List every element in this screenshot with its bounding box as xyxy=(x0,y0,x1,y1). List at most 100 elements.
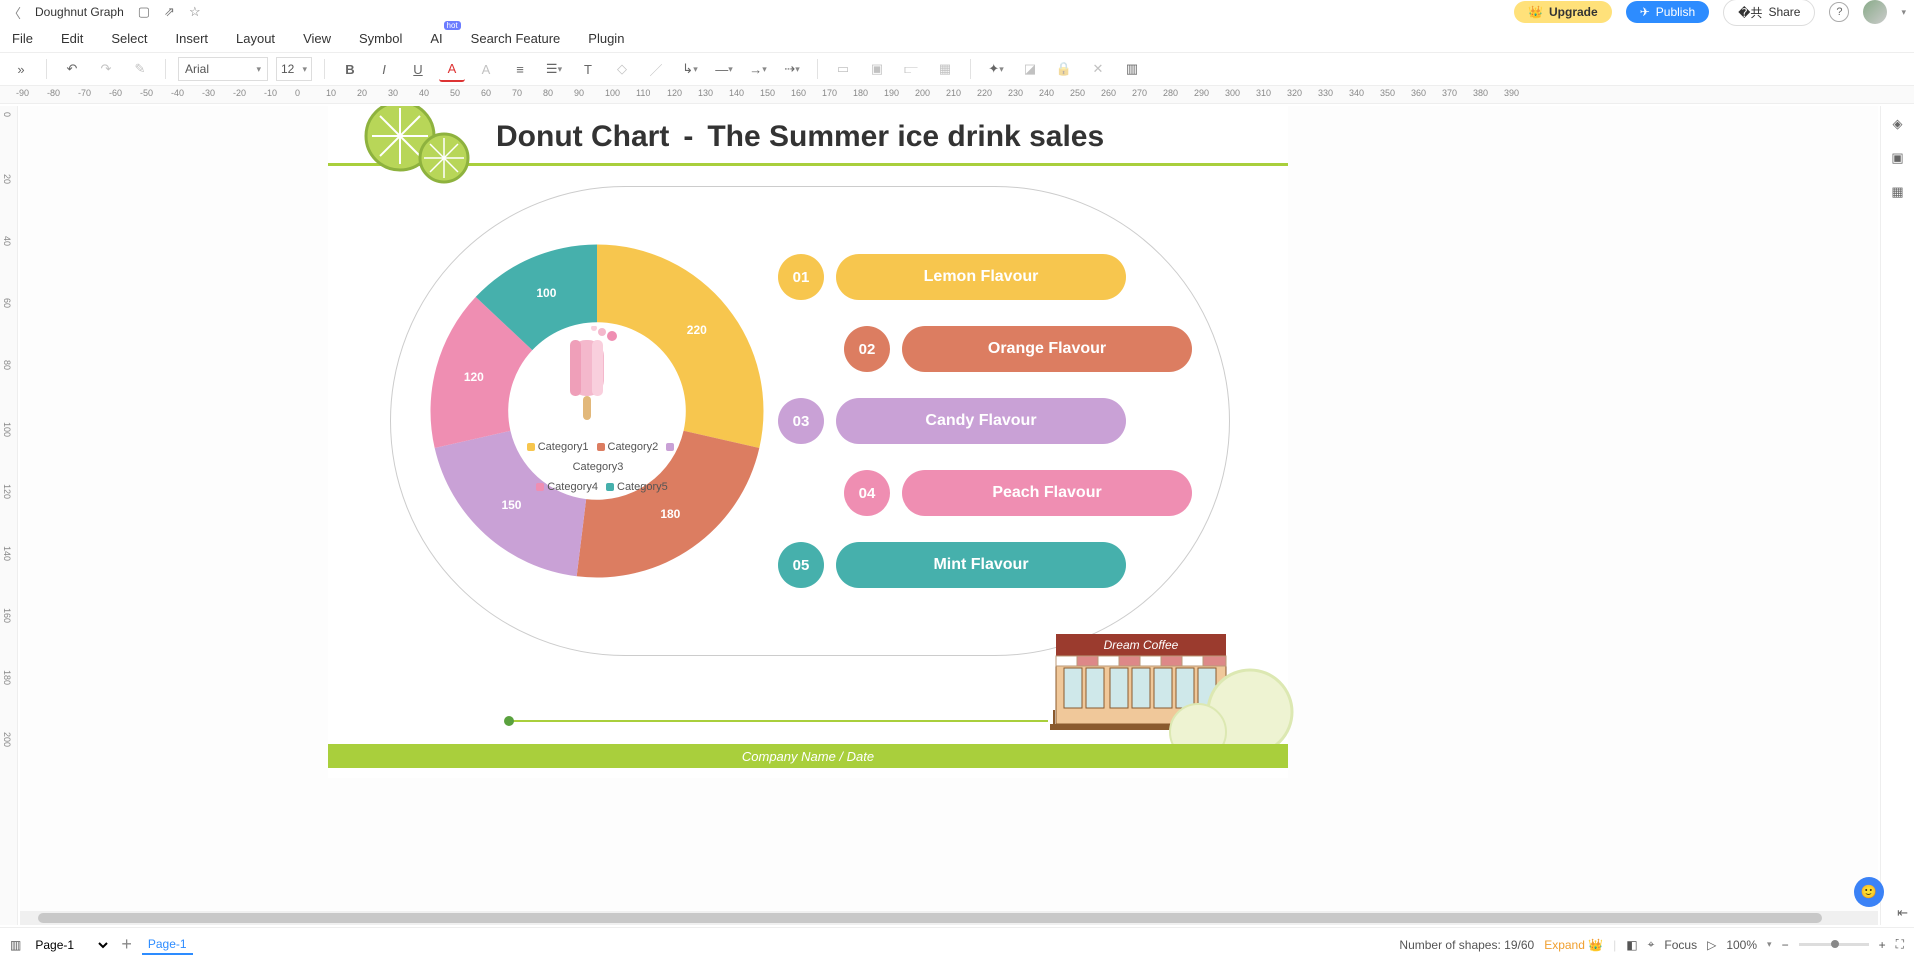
menu-symbol[interactable]: Symbol xyxy=(359,31,402,46)
zoom-level[interactable]: 100% xyxy=(1726,938,1757,952)
hot-badge: hot xyxy=(444,21,461,30)
legend-swatch xyxy=(597,443,605,451)
page-tab[interactable]: Page-1 xyxy=(142,935,193,955)
chart-legend: Category1Category2Category3Category4Cate… xyxy=(498,438,698,497)
focus-label[interactable]: Focus xyxy=(1664,938,1697,952)
page-select[interactable]: Page-1 xyxy=(31,937,111,953)
flavor-number-badge: 01 xyxy=(778,254,824,300)
zoom-slider[interactable] xyxy=(1799,943,1869,946)
arrow-start-icon[interactable]: →▾ xyxy=(745,56,771,82)
add-page-button[interactable]: + xyxy=(121,934,132,955)
connector-icon[interactable]: ↳▾ xyxy=(677,56,703,82)
doc-title: Doughnut Graph xyxy=(35,5,124,19)
focus-icon[interactable]: ⌖ xyxy=(1648,937,1655,952)
donut-chart[interactable]: 220180150120100 xyxy=(412,226,782,596)
undo-icon[interactable]: ↶ xyxy=(59,56,85,82)
tools-icon[interactable]: ✕ xyxy=(1085,56,1111,82)
menu-search-feature[interactable]: Search Feature xyxy=(471,31,561,46)
layers-toggle-icon[interactable]: ◧ xyxy=(1626,938,1637,952)
menu-edit[interactable]: Edit xyxy=(61,31,83,46)
menu-plugin[interactable]: Plugin xyxy=(588,31,624,46)
chart-title-dash: - xyxy=(683,120,693,154)
legend-label: Category5 xyxy=(617,481,668,493)
redo-icon[interactable]: ↷ xyxy=(93,56,119,82)
text-tool-icon[interactable]: T xyxy=(575,56,601,82)
footer-bar: Company Name / Date xyxy=(328,744,1288,768)
bold-icon[interactable]: B xyxy=(337,56,363,82)
open-external-icon[interactable]: ⇗ xyxy=(164,4,175,20)
line-style-icon[interactable]: —▾ xyxy=(711,56,737,82)
scrollbar-horizontal[interactable] xyxy=(20,911,1878,925)
properties-icon[interactable]: ◈ xyxy=(1893,116,1903,132)
play-icon[interactable]: ▷ xyxy=(1707,938,1716,952)
upgrade-button[interactable]: 👑 Upgrade xyxy=(1514,1,1612,23)
help-icon[interactable]: ? xyxy=(1829,2,1849,22)
menu-ai[interactable]: AIhot xyxy=(430,31,442,46)
legend-swatch xyxy=(527,443,535,451)
shapes-count-label: Number of shapes: 19/60 xyxy=(1399,938,1534,952)
back-icon[interactable]: 〈 xyxy=(8,3,21,22)
fullscreen-icon[interactable]: ⛶ xyxy=(1896,937,1904,952)
distribute-icon[interactable]: ▦ xyxy=(932,56,958,82)
zoom-in-icon[interactable]: + xyxy=(1879,938,1886,952)
shape-fill-icon[interactable]: ◇ xyxy=(609,56,635,82)
flavor-row[interactable]: 03Candy Flavour xyxy=(778,398,1258,444)
menu-view[interactable]: View xyxy=(303,31,331,46)
ruler-vertical: 020406080100120140160180200 xyxy=(0,106,18,925)
flavor-number-badge: 02 xyxy=(844,326,890,372)
star-icon[interactable]: ☆ xyxy=(189,4,201,20)
layers-icon[interactable]: ▣ xyxy=(1891,150,1903,166)
slider-track[interactable] xyxy=(508,720,1048,722)
format-painter-icon[interactable]: ✎ xyxy=(127,56,153,82)
effects-icon[interactable]: ✦▾ xyxy=(983,56,1009,82)
chart-title-right: The Summer ice drink sales xyxy=(707,120,1104,154)
avatar-menu-chevron[interactable]: ▾ xyxy=(1901,7,1906,18)
font-color-icon[interactable]: A xyxy=(439,56,465,82)
page[interactable]: Donut Chart - The Summer ice drink sales… xyxy=(328,106,1288,778)
menu-insert[interactable]: Insert xyxy=(176,31,209,46)
italic-icon[interactable]: I xyxy=(371,56,397,82)
menu-file[interactable]: File xyxy=(12,31,33,46)
flavor-row[interactable]: 01Lemon Flavour xyxy=(778,254,1258,300)
flavor-list: 01Lemon Flavour 02 Orange Flavour 03Candy F… xyxy=(778,254,1258,614)
lock-icon[interactable]: 🔒 xyxy=(1051,56,1077,82)
flavor-row[interactable]: 02 Orange Flavour xyxy=(844,326,1258,372)
canvas[interactable]: Donut Chart - The Summer ice drink sales… xyxy=(20,106,1878,925)
expand-link[interactable]: Expand 👑 xyxy=(1544,938,1603,952)
collapse-right-icon[interactable]: ⇤ xyxy=(1897,905,1908,921)
flavor-row[interactable]: 04Peach Flavour xyxy=(844,470,1258,516)
avatar[interactable] xyxy=(1863,0,1887,24)
list-icon[interactable]: ☰▾ xyxy=(541,56,567,82)
expand-panel-icon[interactable]: » xyxy=(8,56,34,82)
position-icon[interactable]: ▭ xyxy=(830,56,856,82)
legend-swatch xyxy=(666,443,674,451)
legend-label: Category2 xyxy=(608,441,659,453)
group-icon[interactable]: ▣ xyxy=(864,56,890,82)
chat-bubble-icon[interactable]: 🙂 xyxy=(1854,877,1884,907)
menu-layout[interactable]: Layout xyxy=(236,31,275,46)
crop-icon[interactable]: ◪ xyxy=(1017,56,1043,82)
components-icon[interactable]: ▦ xyxy=(1891,184,1903,200)
font-size-select[interactable]: 12▾ xyxy=(276,57,312,81)
highlight-icon[interactable]: A xyxy=(473,56,499,82)
flavor-row[interactable]: 05Mint Flavour xyxy=(778,542,1258,588)
save-icon[interactable]: ▢ xyxy=(138,4,150,20)
slider-handle[interactable] xyxy=(504,716,514,726)
donut-value-label: 120 xyxy=(464,370,484,384)
share-button[interactable]: �共 Share xyxy=(1723,0,1815,26)
presentation-icon[interactable]: ▥ xyxy=(1119,56,1145,82)
legend-label: Category3 xyxy=(573,461,624,473)
underline-icon[interactable]: U xyxy=(405,56,431,82)
page-layout-icon[interactable]: ▥ xyxy=(10,938,21,952)
publish-button[interactable]: ✈ Publish xyxy=(1626,1,1709,23)
zoom-out-icon[interactable]: − xyxy=(1782,938,1789,952)
arrow-end-icon[interactable]: ⇢▾ xyxy=(779,56,805,82)
chart-title-left: Donut Chart xyxy=(496,120,669,154)
flavor-pill: Orange Flavour xyxy=(902,326,1192,372)
align-icon[interactable]: ≡ xyxy=(507,56,533,82)
line-color-icon[interactable]: ／ xyxy=(643,56,669,82)
font-select[interactable]: Arial▾ xyxy=(178,57,268,81)
legend-swatch xyxy=(606,483,614,491)
align-objects-icon[interactable]: ⫍ xyxy=(898,56,924,82)
menu-select[interactable]: Select xyxy=(111,31,147,46)
